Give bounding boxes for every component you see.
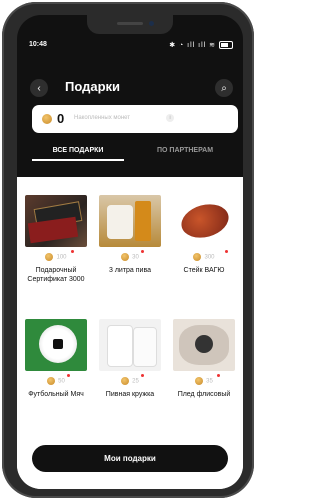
steak [177,199,233,243]
header: ‹ Подарки ⌕ [17,69,243,105]
speaker [117,22,143,25]
coin-icon [195,377,204,385]
my-gifts-button[interactable]: Мои подарки [32,445,228,472]
coin-icon [42,114,52,124]
gift-price: 100 [23,250,89,263]
gift-image-steak [173,195,235,247]
gift-price-value: 100 [56,254,67,261]
gift-name: Подарочный Сертификат 3000 [27,267,85,283]
app-screen: 10:48 ✱ ◔ ıll ıll ≋ ‹ Подарки ⌕ 0 Накопл… [17,15,243,489]
status-bar: 10:48 ✱ ◔ ıll ıll ≋ [29,41,233,53]
coin-balance-card: 0 Накопленных монет i [32,105,238,133]
gift-name: Футбольный Мяч [28,391,84,398]
tab-bar: ВСЕ ПОДАРКИ ПО ПАРТНЕРАМ [17,147,243,165]
gift-name: Стейк ВАГЮ [183,267,225,274]
gift-card[interactable]: 30 3 литра пива [97,195,163,275]
coin-balance-label: Накопленных монет [74,115,131,121]
ball-patch [53,339,63,349]
coin-icon [121,377,130,385]
phone-frame: 10:48 ✱ ◔ ıll ıll ≋ ‹ Подарки ⌕ 0 Накопл… [2,2,254,498]
coin-icon [193,253,202,261]
tab-all-gifts[interactable]: ВСЕ ПОДАРКИ [32,147,124,161]
coin-icon [47,377,56,385]
gift-card[interactable]: 100 Подарочный Сертификат 3000 [23,195,89,284]
gift-card[interactable]: 300 Стейк ВАГЮ [171,195,237,275]
gift-image-certificate [25,195,87,247]
page-title: Подарки [65,79,121,94]
gift-name: Плед флисовый [177,391,231,398]
gift-price: 300 [171,250,237,263]
coin-icon [121,253,130,261]
front-camera [149,21,154,26]
search-button[interactable]: ⌕ [215,79,233,97]
gift-image-blanket [173,319,235,371]
new-indicator-dot [71,250,74,253]
tab-by-partners[interactable]: ПО ПАРТНЕРАМ [157,147,213,154]
new-indicator-dot [141,374,144,377]
gift-price: 35 [171,374,237,387]
gift-image-mug [99,319,161,371]
new-indicator-dot [217,374,220,377]
gift-list: 100 Подарочный Сертификат 3000 30 3 литр… [17,177,243,489]
gift-price: 50 [23,374,89,387]
gift-card[interactable]: 50 Футбольный Мяч [23,319,89,399]
info-icon[interactable]: i [166,114,174,122]
gift-price: 25 [97,374,163,387]
back-arrow-icon: ‹ [37,82,41,94]
new-indicator-dot [67,374,70,377]
coin-icon [45,253,54,261]
gift-image-ball [25,319,87,371]
beer-mug [133,327,157,367]
gift-price-value: 300 [204,254,215,261]
search-icon: ⌕ [221,82,227,94]
gift-name: Пивная кружка [105,391,155,398]
new-indicator-dot [225,250,228,253]
gift-card[interactable]: 25 Пивная кружка [97,319,163,399]
status-time: 10:48 [29,41,47,48]
blanket-logo [195,335,213,353]
beer-mug [107,205,133,239]
new-indicator-dot [141,250,144,253]
gift-name: 3 литра пива [108,267,151,274]
battery-icon [219,41,233,50]
back-button[interactable]: ‹ [30,79,48,97]
gift-price-value: 25 [132,378,139,385]
gift-image-beer [99,195,161,247]
beer-glass [135,201,151,241]
gift-price-value: 30 [132,254,139,261]
status-icons: ✱ ◔ ıll ıll ≋ [169,41,233,50]
coin-balance-value: 0 [57,111,65,126]
beer-mug [107,325,133,367]
gift-price-value: 50 [58,378,65,385]
signal-icons: ✱ ◔ ıll ıll ≋ [169,42,217,49]
notch [87,15,173,34]
gift-price: 30 [97,250,163,263]
gift-card[interactable]: 35 Плед флисовый [171,319,237,399]
gift-price-value: 35 [206,378,213,385]
